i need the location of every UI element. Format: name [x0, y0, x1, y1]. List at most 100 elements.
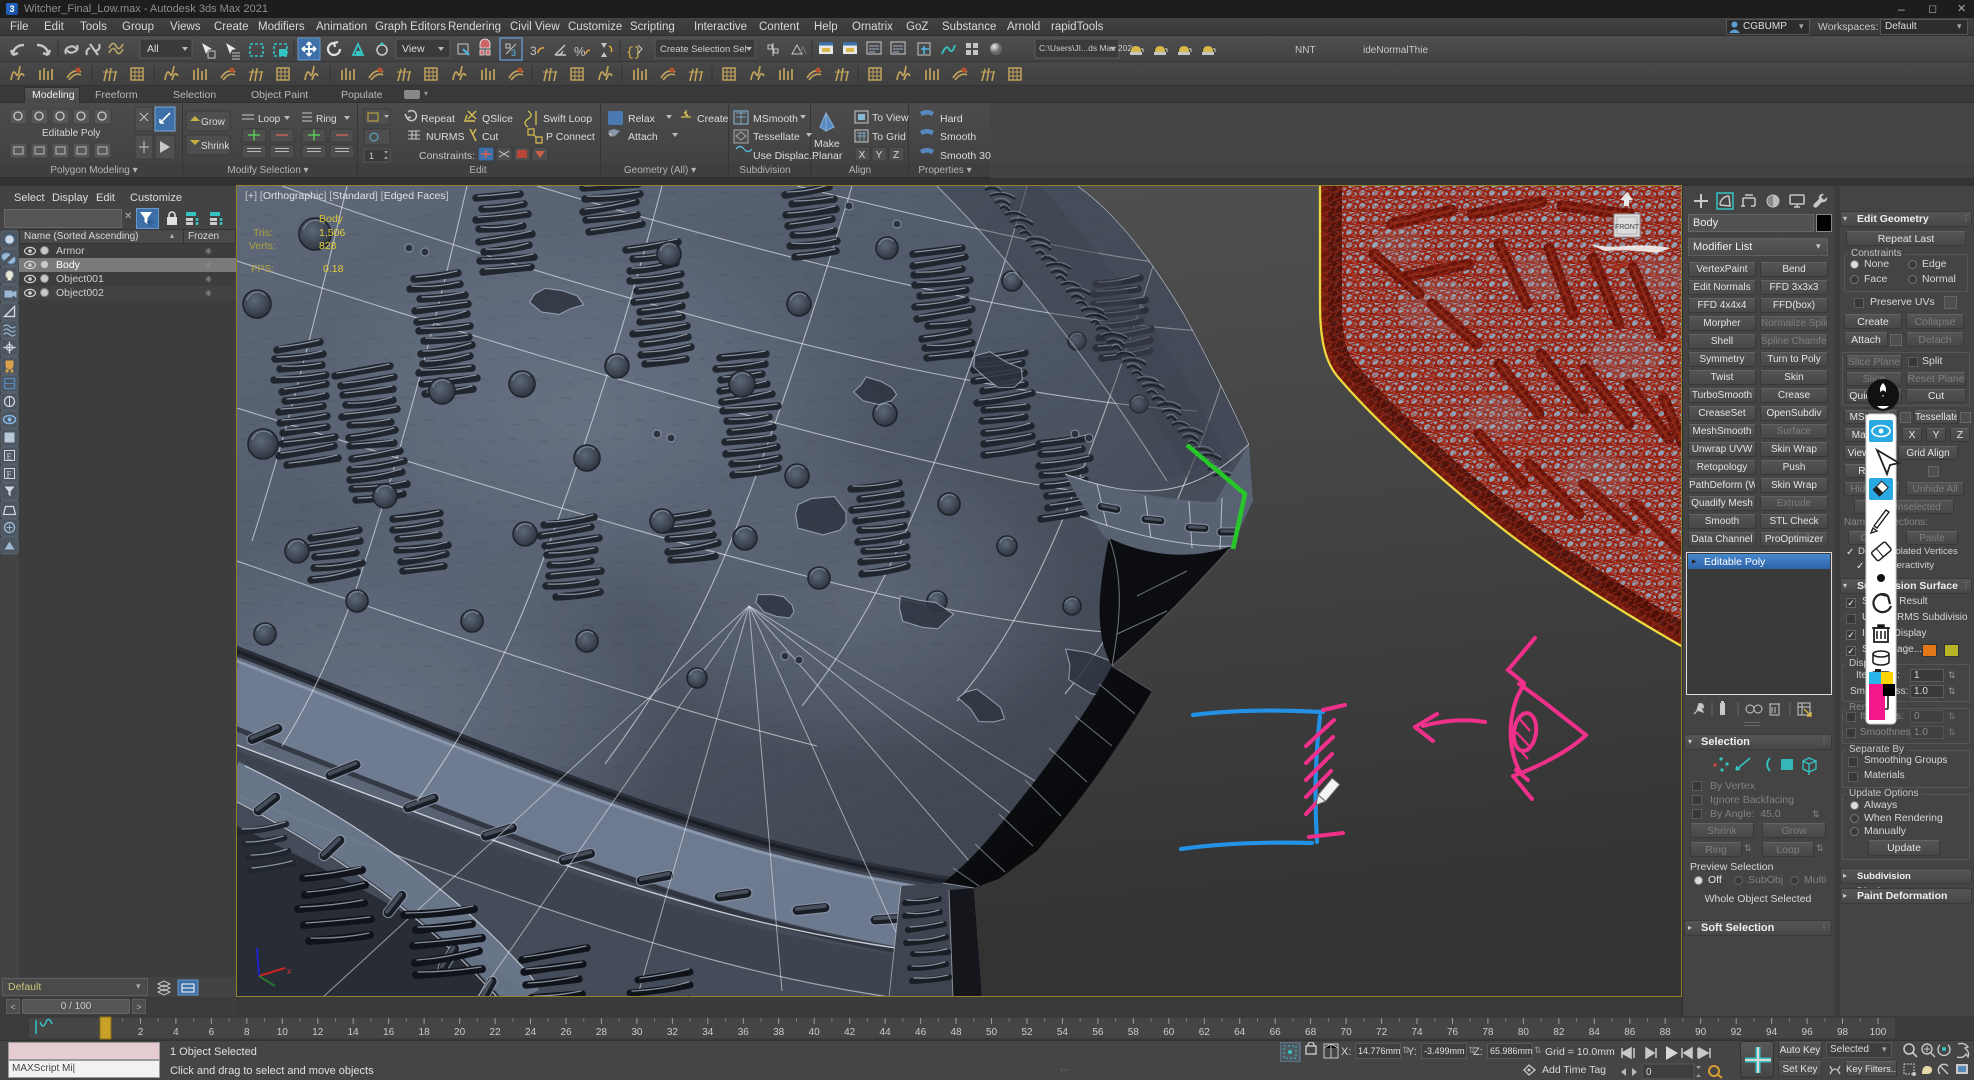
svg-text:10: 10: [277, 1027, 289, 1038]
svg-text:NURMS: NURMS: [426, 131, 465, 143]
svg-text:100: 100: [1870, 1027, 1887, 1038]
svg-text:Hard: Hard: [940, 113, 963, 125]
svg-text:Constraints:: Constraints:: [419, 150, 475, 162]
svg-text:40: 40: [809, 1027, 821, 1038]
svg-text:78: 78: [1482, 1027, 1494, 1038]
svg-text:MSmooth: MSmooth: [753, 113, 798, 125]
svg-text:View: View: [402, 43, 425, 55]
svg-text:50: 50: [986, 1027, 998, 1038]
svg-text:92: 92: [1731, 1027, 1743, 1038]
svg-text:98: 98: [1837, 1027, 1849, 1038]
svg-text:44: 44: [880, 1027, 892, 1038]
svg-text:8: 8: [244, 1027, 250, 1038]
svg-text:C:\Users\JI...ds Max 202:: C:\Users\JI...ds Max 202:: [1039, 43, 1134, 53]
svg-text:x: x: [287, 966, 292, 976]
svg-text:Use Displac...: Use Displac...: [753, 150, 818, 162]
svg-text:54: 54: [1057, 1027, 1069, 1038]
svg-text:64: 64: [1234, 1027, 1246, 1038]
svg-text:86: 86: [1624, 1027, 1636, 1038]
svg-text:QSlice: QSlice: [482, 113, 513, 125]
svg-text:30: 30: [631, 1027, 643, 1038]
svg-text:38: 38: [773, 1027, 785, 1038]
svg-text:0.18: 0.18: [323, 263, 344, 275]
svg-text:Create: Create: [697, 113, 729, 125]
svg-text:0: 0: [1646, 1067, 1652, 1078]
svg-text:90: 90: [1695, 1027, 1707, 1038]
svg-text:16: 16: [383, 1027, 395, 1038]
svg-text:84: 84: [1589, 1027, 1601, 1038]
svg-text:74: 74: [1411, 1027, 1423, 1038]
svg-text:Create Selection Sel: Create Selection Sel: [660, 44, 747, 55]
svg-text:94: 94: [1766, 1027, 1778, 1038]
svg-text:F: F: [7, 470, 12, 480]
svg-text:Loop: Loop: [258, 114, 281, 125]
svg-text:32: 32: [667, 1027, 679, 1038]
svg-text:Shrink: Shrink: [201, 141, 230, 152]
svg-text:[+] [Orthographic] [Standard]: [+] [Orthographic] [Standard] [Edged Fac…: [245, 190, 449, 202]
svg-text:12: 12: [312, 1027, 324, 1038]
svg-text:Tessellate: Tessellate: [753, 131, 800, 143]
svg-text:Body: Body: [319, 213, 344, 225]
svg-text:Attach: Attach: [628, 131, 658, 143]
svg-text:Grow: Grow: [201, 117, 226, 128]
svg-text:Repeat: Repeat: [421, 113, 455, 125]
svg-text:Y: Y: [876, 150, 883, 161]
svg-text:48: 48: [950, 1027, 962, 1038]
svg-text:Relax: Relax: [628, 113, 656, 125]
svg-text:{}: {}: [626, 45, 642, 60]
svg-text:FRONT: FRONT: [1615, 224, 1640, 231]
svg-text:All: All: [147, 43, 159, 55]
svg-text:34: 34: [702, 1027, 714, 1038]
svg-text:46: 46: [915, 1027, 927, 1038]
svg-text:Ring: Ring: [316, 114, 337, 125]
svg-text:76: 76: [1447, 1027, 1459, 1038]
svg-text:Make: Make: [814, 138, 840, 150]
svg-text:6: 6: [209, 1027, 215, 1038]
svg-text:Planar: Planar: [812, 150, 843, 162]
svg-text:80: 80: [1518, 1027, 1530, 1038]
svg-text:Swift Loop: Swift Loop: [543, 113, 592, 125]
svg-text:Cut: Cut: [482, 131, 498, 143]
svg-text:Smooth 30: Smooth 30: [940, 150, 991, 162]
svg-text:P Connect: P Connect: [546, 131, 595, 143]
svg-text:ideNormalThie: ideNormalThie: [1363, 45, 1428, 56]
svg-text:4: 4: [173, 1027, 179, 1038]
svg-text:22: 22: [490, 1027, 502, 1038]
svg-text:1: 1: [369, 151, 374, 161]
svg-text:72: 72: [1376, 1027, 1388, 1038]
svg-text:36: 36: [738, 1027, 750, 1038]
svg-text:%: %: [574, 44, 586, 59]
svg-text:82: 82: [1553, 1027, 1565, 1038]
svg-text:828: 828: [319, 240, 337, 252]
svg-text:88: 88: [1660, 1027, 1672, 1038]
svg-text:E: E: [7, 452, 13, 462]
svg-text:60: 60: [1163, 1027, 1175, 1038]
svg-text:FPS:: FPS:: [251, 263, 274, 275]
svg-text:2: 2: [138, 1027, 144, 1038]
svg-text:To View: To View: [872, 112, 909, 124]
svg-text:Verts:: Verts:: [249, 240, 276, 252]
svg-text:28: 28: [596, 1027, 608, 1038]
svg-text:20: 20: [454, 1027, 466, 1038]
svg-text:14: 14: [348, 1027, 360, 1038]
svg-text:1,506: 1,506: [319, 227, 345, 239]
svg-text:24: 24: [525, 1027, 537, 1038]
svg-text:NNT: NNT: [1295, 45, 1316, 56]
svg-text:18: 18: [419, 1027, 431, 1038]
svg-text:Z: Z: [893, 150, 899, 161]
svg-text:66: 66: [1270, 1027, 1282, 1038]
svg-text:Editable Poly: Editable Poly: [42, 128, 100, 139]
svg-text:To Grid: To Grid: [872, 131, 906, 143]
svg-text:68: 68: [1305, 1027, 1317, 1038]
svg-text:X: X: [859, 150, 866, 161]
svg-text:26: 26: [560, 1027, 572, 1038]
svg-text:42: 42: [844, 1027, 856, 1038]
svg-text:70: 70: [1341, 1027, 1353, 1038]
svg-text:58: 58: [1128, 1027, 1140, 1038]
svg-text:3: 3: [511, 48, 516, 58]
svg-text:52: 52: [1021, 1027, 1033, 1038]
svg-text:96: 96: [1802, 1027, 1814, 1038]
svg-text:56: 56: [1092, 1027, 1104, 1038]
svg-text:Smooth: Smooth: [940, 131, 976, 143]
svg-text:62: 62: [1199, 1027, 1211, 1038]
